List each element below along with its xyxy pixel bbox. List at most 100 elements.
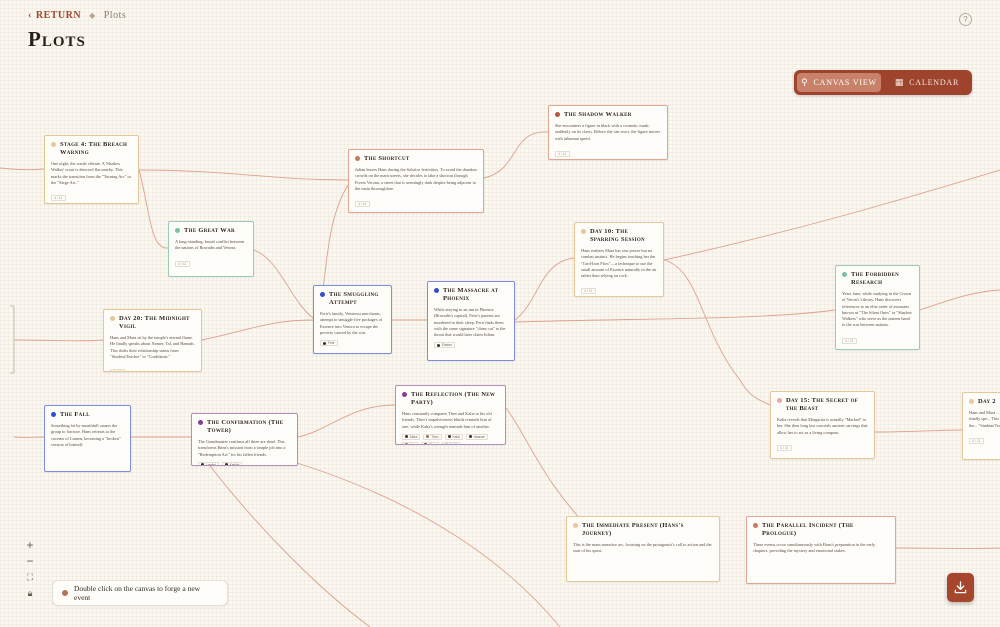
plot-card-description: Julian leaves Hans during the Solstice f… [355, 167, 477, 191]
plot-card-title-text: Stage 4: The Breach Warning [60, 141, 128, 157]
plot-card-tag: 4 / 11 [51, 195, 66, 202]
edge-confirmation-reflection [297, 404, 396, 438]
plot-card-title: The Reflection (The New Party) [402, 391, 499, 407]
calendar-button[interactable]: ▦ CALENDAR [885, 73, 969, 92]
lock-icon[interactable]: 🔒︎ [28, 588, 33, 598]
character-chip[interactable]: Lorelei [198, 461, 219, 466]
edge-sparring-top [663, 169, 1000, 261]
character-avatar [447, 435, 451, 439]
character-chip[interactable]: Theo [423, 433, 442, 440]
plot-card-title-text: The Forbidden Research [851, 271, 900, 287]
view-toggle: ⚲ CANVAS VIEW ▦ CALENDAR [794, 70, 972, 95]
character-avatar [424, 443, 428, 444]
character-list: Lorelei Kashia [198, 461, 291, 466]
edge-massacre-sparring [514, 257, 575, 321]
zoom-out-icon[interactable]: − [26, 555, 33, 567]
character-avatar [405, 435, 408, 439]
plot-card-title: The Forbidden Research [842, 271, 913, 287]
plot-card-description: Hans and Mara sit by the temple's eterna… [110, 335, 195, 359]
plot-card-title-text: The Smuggling Attempt [329, 291, 379, 307]
plot-card-title: Day 15: The Secret of the Beast [777, 397, 868, 413]
plot-card-title-text: Day 10: The Sparring Session [590, 228, 645, 244]
plot-card-secret[interactable]: Day 15: The Secret of the Beast Kalia rev… [770, 391, 875, 459]
character-avatar [224, 463, 228, 465]
fit-view-icon[interactable]: ⛶ [27, 572, 33, 582]
character-chip[interactable]: Kashia [221, 461, 243, 466]
character-chip[interactable]: Lira [402, 441, 419, 444]
zoom-in-icon[interactable]: + [26, 539, 33, 551]
character-avatar [437, 343, 440, 347]
plot-color-dot [320, 292, 325, 297]
edge-sparring-secret [663, 259, 771, 406]
edge-left-breach [0, 167, 45, 171]
plot-card-title: The Immediate Present (Hans's Journey) [573, 522, 713, 538]
plot-card-smuggling[interactable]: The Smuggling Attempt Ferir's family, Ven… [313, 285, 392, 354]
plot-card-parallel[interactable]: The Parallel Incident (The Prologue) Thes… [746, 516, 896, 584]
character-chip[interactable]: Ferir [320, 340, 338, 347]
plot-card-title-text: The Confirmation (The Tower) [207, 419, 284, 435]
plot-card-tag: 4 / 11 [842, 337, 857, 344]
edge-forbidden-right [919, 289, 1000, 311]
character-chip[interactable]: Kalia [444, 433, 463, 440]
plot-color-dot [51, 142, 56, 147]
plot-card-sparring[interactable]: Day 10: The Sparring Session Hans realize… [574, 222, 664, 297]
character-name: Kalia [452, 434, 460, 439]
canvas-view-button[interactable]: ⚲ CANVAS VIEW [797, 73, 881, 92]
edge-midnight-smuggling [201, 319, 314, 341]
return-button[interactable]: ‹ Return [28, 10, 81, 21]
plot-card-partial[interactable]: Day 2 Hans and Mara ... He finally spe...… [962, 392, 1000, 460]
plot-card-shadow[interactable]: The Shadow Walker She encounters a figure… [548, 105, 668, 160]
character-chip[interactable]: 4 / 11 [441, 441, 461, 444]
edge-secret-partial [874, 429, 963, 433]
plot-card-title: Day 2 [969, 398, 1000, 406]
plot-card-description: A long-standing, brutal conflict between… [175, 239, 245, 251]
character-name: Alec [429, 442, 436, 445]
plot-card-description: Ferir's family, Ventrossi merchants, att… [320, 311, 383, 335]
help-icon[interactable]: ? [959, 13, 972, 26]
character-avatar [405, 443, 408, 444]
plot-color-dot [581, 229, 586, 234]
plot-card-title: The Shadow Walker [555, 111, 661, 119]
plot-card-midnight[interactable]: Day 20: The Midnight Vigil Hans and Mara … [103, 309, 202, 372]
character-chip[interactable]: Mara [402, 433, 421, 440]
plot-card-shortcut[interactable]: The Shortcut Julian leaves Hans during th… [348, 149, 484, 213]
plot-card-title: Day 10: The Sparring Session [581, 228, 657, 244]
canvas-icon: ⚲ [801, 77, 809, 87]
plot-color-dot [402, 392, 407, 397]
plot-card-present[interactable]: The Immediate Present (Hans's Journey) Th… [566, 516, 720, 582]
character-name: Hannah [473, 434, 485, 439]
plot-card-description: This is the main narrative arc, focusing… [573, 542, 712, 554]
plot-card-title: The Massacre at Phoenix [434, 287, 508, 303]
character-name: Elarion [442, 343, 452, 348]
plot-card-title-text: Day 15: The Secret of the Beast [786, 397, 859, 413]
plot-card-title-text: The Massacre at Phoenix [443, 287, 499, 303]
plot-card-description: She encounters a figure in black with a … [555, 123, 661, 141]
chevron-left-icon: ‹ [28, 10, 32, 21]
plot-card-greatwar[interactable]: The Great War A long-standing, brutal con… [168, 221, 254, 277]
plot-card-tag: 4 / 11 [581, 288, 596, 295]
plot-card-fall[interactable]: The Fall Something fat by mouthfull cause… [44, 405, 131, 472]
plot-card-title-text: Day 20: The Midnight Vigil [119, 315, 190, 331]
download-button[interactable] [947, 573, 974, 602]
character-chip[interactable]: Elarion [434, 342, 455, 349]
plot-card-title: The Shortcut [355, 155, 477, 163]
edge-left-midnight [13, 339, 104, 342]
plot-card-forbidden[interactable]: The Forbidden Research Years later, while… [835, 265, 920, 350]
character-name: Mara [410, 434, 418, 439]
character-name: Theo [431, 434, 439, 439]
plot-card-title-text: Day 2 [978, 398, 996, 405]
plot-card-reflection[interactable]: The Reflection (The New Party) Hans const… [395, 385, 506, 445]
plot-color-dot [777, 398, 782, 403]
plot-card-description: The Grandmaster confirms all three are d… [198, 439, 286, 457]
plot-card-title: The Smuggling Attempt [320, 291, 385, 307]
plot-card-massacre[interactable]: The Massacre at Phoenix While staying in … [427, 281, 515, 361]
plot-card-confirmation[interactable]: The Confirmation (The Tower) The Grandmas… [191, 413, 298, 466]
character-chip[interactable]: Alec [421, 441, 439, 445]
character-chip[interactable]: Hannah [465, 433, 488, 440]
plot-card-breach[interactable]: Stage 4: The Breach Warning One night, th… [44, 135, 139, 204]
plot-card-title: The Great War [175, 227, 247, 235]
character-name: Lorelei [206, 462, 216, 466]
character-name: Kashia [229, 462, 240, 466]
canvas-hint: Double click on the canvas to forge a ne… [52, 580, 228, 606]
plot-card-title: Day 20: The Midnight Vigil [110, 315, 195, 331]
